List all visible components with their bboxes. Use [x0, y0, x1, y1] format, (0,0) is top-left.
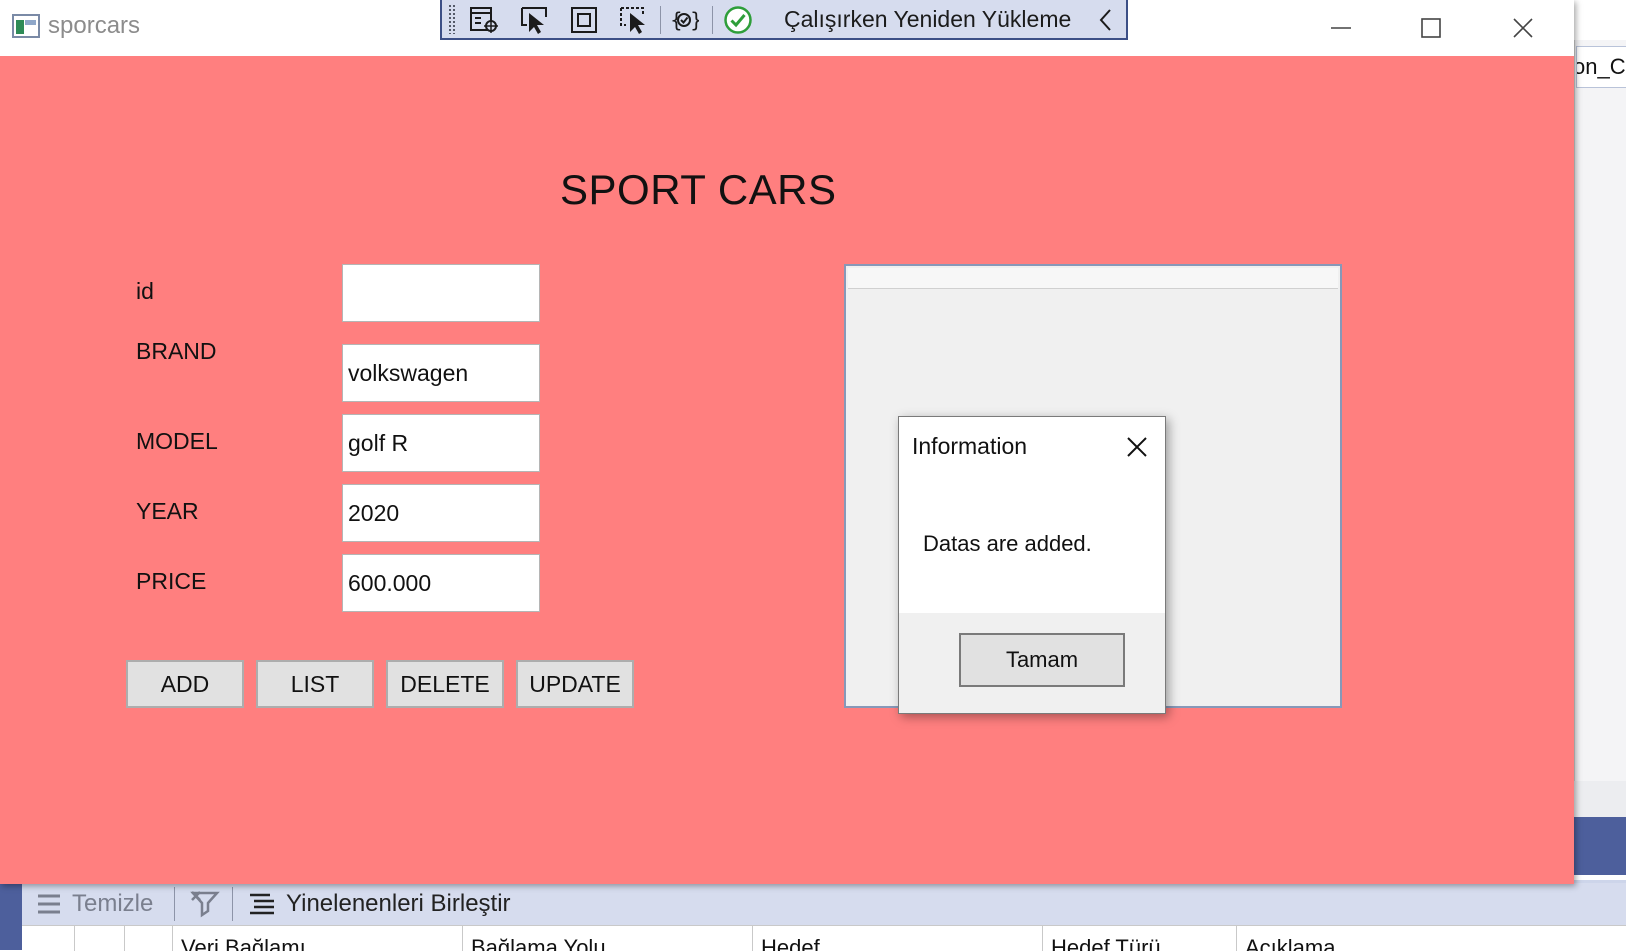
dialog-message: Datas are added.: [923, 531, 1092, 556]
grid-column-header[interactable]: Açıklama: [1236, 926, 1335, 951]
xaml-debug-toolbar: { } Çalışırken Yeniden Yükleme: [440, 0, 1128, 40]
svg-text:{: {: [670, 8, 683, 32]
id-input[interactable]: [342, 264, 540, 322]
collapse-toolbar-button[interactable]: [1090, 4, 1122, 36]
ide-document-tab[interactable]: on_Cli: [1576, 46, 1626, 88]
year-input[interactable]: [342, 484, 540, 542]
merge-duplicates-button[interactable]: Yinelenenleri Birleştir: [248, 889, 511, 919]
select-element-button[interactable]: [518, 4, 550, 36]
model-label: MODEL: [136, 428, 218, 454]
minimize-icon: [1331, 27, 1351, 29]
grid-column-header[interactable]: Bağlama Yolu: [462, 926, 606, 951]
toolbar-grip[interactable]: [448, 4, 456, 34]
year-label: YEAR: [136, 498, 199, 524]
data-grid-header: [848, 268, 1338, 289]
window-title: sporcars: [48, 12, 141, 39]
ide-panel-header: [1574, 817, 1626, 875]
grid-column-blank: [74, 926, 123, 951]
dialog-title: Information: [912, 433, 1028, 459]
binding-failures-icon: { }: [670, 8, 699, 32]
merge-duplicates-label: Yinelenenleri Birleştir: [286, 890, 511, 917]
minimize-button[interactable]: [1296, 0, 1386, 56]
select-element-icon: [521, 7, 547, 34]
filter-button[interactable]: [190, 889, 220, 919]
information-dialog: Information Datas are added. Tamam: [898, 416, 1166, 714]
ide-left-edge: [0, 880, 22, 950]
binding-failures-grid: Veri Bağlamı Bağlama Yolu Hedef Hedef Tü…: [22, 925, 1626, 951]
maximize-icon: [1421, 18, 1441, 38]
ide-document-tab-label: on_Cli: [1576, 54, 1626, 79]
hot-reload-label: Çalışırken Yeniden Yükleme: [784, 6, 1072, 32]
price-label: PRICE: [136, 568, 207, 594]
toolbar-separator: [174, 887, 175, 921]
collapse-chevron-icon: [1099, 9, 1111, 31]
track-focus-icon: [620, 7, 645, 34]
clear-button[interactable]: Temizle: [36, 889, 153, 919]
close-button[interactable]: [1478, 0, 1568, 56]
live-visual-tree-button[interactable]: [468, 4, 500, 36]
app-window: sporcars {Çalışırken Yeniden Yükleme SP…: [0, 0, 1574, 884]
toolbar-separator: [712, 6, 713, 34]
window-app-icon: [12, 14, 40, 38]
delete-button[interactable]: DELETE: [386, 660, 504, 708]
ide-right-panel: [1574, 40, 1626, 781]
toolbar-separator: [232, 887, 233, 921]
hot-reload-check-icon: [724, 6, 752, 34]
list-button[interactable]: LIST: [256, 660, 374, 708]
page-title: SPORT CARS: [560, 166, 837, 213]
display-layout-adorners-icon: [571, 7, 597, 33]
track-focus-button[interactable]: [618, 4, 650, 36]
close-icon: [1127, 437, 1147, 457]
live-visual-tree-icon: [470, 7, 498, 33]
brand-input[interactable]: [342, 344, 540, 402]
dialog-close-button[interactable]: [1119, 429, 1155, 465]
filter-icon: [190, 891, 220, 918]
ide-scroll-area: [1574, 781, 1626, 817]
binding-failures-toolbar: Temizle Yinelenenleri Birleştir: [22, 883, 1626, 925]
toolbar-separator: [660, 6, 661, 34]
grid-column-header[interactable]: Veri Bağlamı: [172, 926, 306, 951]
grid-column-header[interactable]: Hedef Türü: [1042, 926, 1161, 951]
price-input[interactable]: [342, 554, 540, 612]
grid-column-header[interactable]: Hedef: [752, 926, 820, 951]
merge-duplicates-icon: [250, 893, 274, 915]
maximize-button[interactable]: [1386, 0, 1476, 56]
binding-failures-button[interactable]: { }: [668, 4, 700, 36]
update-button[interactable]: UPDATE: [516, 660, 634, 708]
add-button[interactable]: ADD: [126, 660, 244, 708]
dialog-ok-button[interactable]: Tamam: [959, 633, 1125, 687]
brand-label: BRAND: [136, 338, 217, 364]
id-label: id: [136, 278, 154, 304]
clear-button-label: Temizle: [72, 890, 154, 917]
model-input[interactable]: [342, 414, 540, 472]
clear-list-icon: [38, 894, 60, 914]
display-layout-adorners-button[interactable]: [568, 4, 600, 36]
hot-reload-status[interactable]: [722, 4, 754, 36]
svg-text:}: }: [690, 8, 699, 32]
close-icon: [1513, 18, 1533, 38]
grid-column-blank: [124, 926, 173, 951]
